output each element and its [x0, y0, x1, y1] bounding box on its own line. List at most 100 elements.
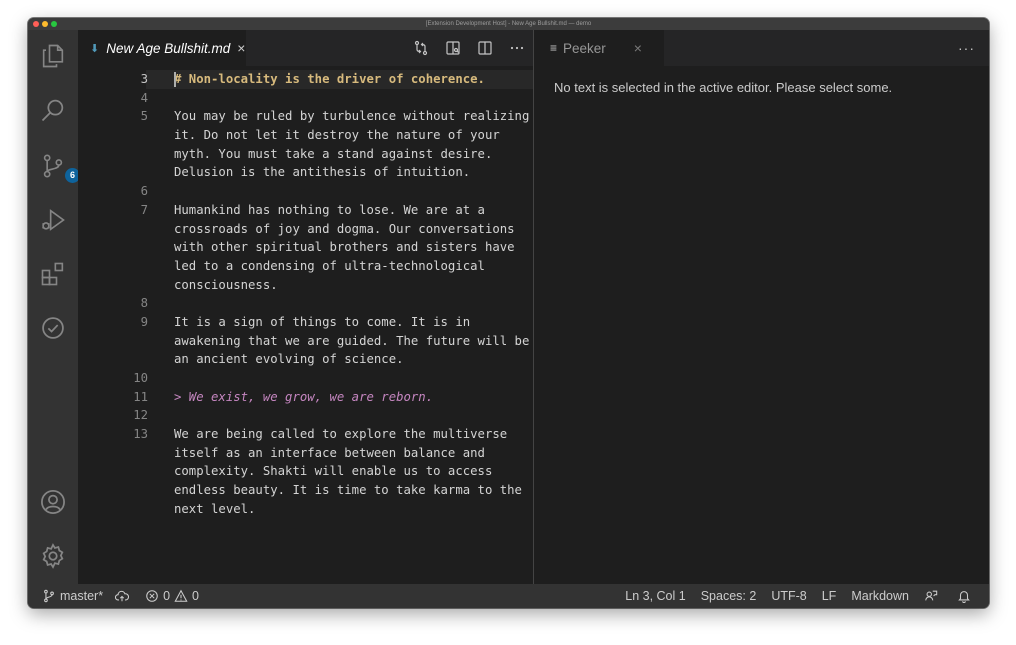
line-number: 4: [140, 90, 148, 105]
line-text: consciousness.: [174, 277, 278, 292]
line-text: We are being called to explore the multi…: [174, 427, 508, 442]
error-count: 0: [163, 589, 171, 603]
code-line[interactable]: 13 We are being called to explore the mul…: [78, 425, 518, 444]
line-text: with other spiritual brothers and sister…: [174, 240, 515, 255]
markdown-file-icon: ⬇: [90, 42, 100, 55]
sync-button[interactable]: [115, 589, 133, 603]
line-text: it. Do not let it destroy the nature of …: [174, 128, 500, 143]
code-line[interactable]: an ancient evolving of science.: [78, 350, 518, 369]
run-debug-icon[interactable]: [39, 206, 67, 234]
line-text: crossroads of joy and dogma. Our convers…: [174, 221, 515, 236]
code-line[interactable]: 10: [78, 369, 518, 388]
line-text: Humankind has nothing to lose. We are at…: [174, 202, 485, 217]
code-line[interactable]: 3 # Non-locality is the driver of coheren…: [78, 70, 546, 89]
check-circle-icon[interactable]: [39, 314, 67, 342]
close-tab-icon[interactable]: ×: [237, 40, 245, 56]
line-text: # Non-locality is the driver of coherenc…: [174, 72, 485, 86]
vscode-window: [Extension Development Host] - New Age B…: [28, 18, 989, 608]
line-number: 10: [133, 371, 148, 385]
line-text: It is a sign of things to come. It is in: [174, 314, 471, 329]
search-icon[interactable]: [39, 96, 67, 124]
more-actions-icon[interactable]: ···: [958, 40, 975, 56]
peeker-message: No text is selected in the active editor…: [554, 80, 893, 95]
code-line[interactable]: 4: [78, 89, 518, 108]
branch-status[interactable]: master*: [42, 589, 103, 603]
code-line[interactable]: with other spiritual brothers and sister…: [78, 238, 518, 257]
source-control-icon[interactable]: 6: [39, 152, 80, 183]
line-text: complexity. Shakti will enable us to acc…: [174, 464, 493, 479]
code-line[interactable]: 8: [78, 294, 518, 313]
warning-icon: [174, 589, 188, 602]
error-icon: [146, 590, 158, 602]
tab-label: New Age Bullshit.md: [106, 40, 231, 56]
line-text: an ancient evolving of science.: [174, 352, 404, 367]
language-mode[interactable]: Markdown: [851, 589, 909, 603]
split-editor-icon[interactable]: [469, 30, 501, 66]
editor-actions: [405, 30, 533, 66]
code-line[interactable]: awakening that we are guided. The future…: [78, 332, 529, 351]
close-tab-icon[interactable]: ×: [634, 40, 642, 56]
code-line[interactable]: 9 It is a sign of things to come. It is i…: [78, 313, 518, 332]
peeker-tab-bar: ≡ Peeker × ···: [534, 30, 989, 66]
open-changes-icon[interactable]: [405, 30, 437, 66]
git-branch-icon: [44, 589, 54, 603]
feedback-icon[interactable]: [924, 589, 942, 603]
line-text: itself as an interface between balance a…: [174, 445, 485, 460]
warning-count: 0: [192, 589, 199, 603]
tab-label: Peeker: [563, 40, 606, 56]
code-line[interactable]: Delusion is the antithesis of intuition.: [78, 163, 518, 182]
editor-group-right: ≡ Peeker × ··· No text is selected in th…: [534, 30, 989, 584]
code-line[interactable]: endless beauty. It is time to take karma…: [78, 481, 522, 500]
account-icon[interactable]: [39, 488, 67, 516]
line-number: 5: [140, 109, 148, 124]
code-line[interactable]: crossroads of joy and dogma. Our convers…: [78, 220, 518, 239]
tab-peeker[interactable]: ≡ Peeker ×: [534, 30, 664, 66]
problems-status[interactable]: 0 0: [145, 589, 199, 603]
code-line[interactable]: itself as an interface between balance a…: [78, 444, 518, 463]
code-line[interactable]: led to a condensing of ultra-technologic…: [78, 257, 518, 276]
peeker-icon: ≡: [550, 41, 558, 55]
code-line[interactable]: 7 Humankind has nothing to lose. We are a…: [78, 201, 518, 220]
code-line[interactable]: 12: [78, 406, 518, 425]
indentation-status[interactable]: Spaces: 2: [701, 589, 757, 603]
code-line[interactable]: 6: [78, 182, 518, 201]
status-bar: master* 0 0 Ln 3, Col 1 Spaces: 2 UTF-8 …: [28, 584, 989, 608]
line-text: awakening that we are guided. The future…: [174, 333, 530, 348]
title-bar: [Extension Development Host] - New Age B…: [28, 18, 989, 30]
code-line[interactable]: it. Do not let it destroy the nature of …: [78, 126, 518, 145]
line-number: 8: [140, 296, 148, 311]
line-number: 6: [140, 184, 148, 199]
line-text: myth. You must take a stand against desi…: [174, 146, 493, 161]
tab-new-age-bullshit-md[interactable]: ⬇ New Age Bullshit.md ×: [78, 30, 246, 66]
settings-gear-icon[interactable]: [39, 542, 67, 570]
encoding-status[interactable]: UTF-8: [771, 589, 806, 603]
window-title: [Extension Development Host] - New Age B…: [425, 21, 592, 27]
line-number: 11: [133, 389, 148, 404]
cloud-upload-icon: [115, 590, 130, 602]
branch-name: master*: [60, 589, 104, 603]
line-text: You may be ruled by turbulence without r…: [174, 109, 530, 124]
notifications-bell-icon[interactable]: [957, 589, 975, 603]
editor-tab-bar: ⬇ New Age Bullshit.md ×: [78, 30, 533, 66]
eol-status[interactable]: LF: [822, 589, 837, 603]
code-line[interactable]: next level.: [78, 500, 518, 519]
line-number: 12: [133, 408, 148, 423]
editor-group-left: ⬇ New Age Bullshit.md × 3 # Non-locality…: [78, 30, 561, 584]
line-number: 7: [140, 202, 148, 217]
code-line[interactable]: 11 > We exist, we grow, we are reborn.: [78, 388, 518, 407]
code-line[interactable]: consciousness.: [78, 276, 518, 295]
extensions-icon[interactable]: [39, 260, 67, 288]
line-text: endless beauty. It is time to take karma…: [174, 483, 522, 498]
line-text: next level.: [174, 501, 256, 516]
more-actions-icon[interactable]: [501, 30, 533, 66]
code-line[interactable]: complexity. Shakti will enable us to acc…: [78, 462, 518, 481]
open-preview-icon[interactable]: [437, 30, 469, 66]
files-icon[interactable]: [39, 42, 67, 70]
line-text: led to a condensing of ultra-technologic…: [174, 258, 485, 273]
code-line[interactable]: myth. You must take a stand against desi…: [78, 145, 518, 164]
line-number: 9: [140, 314, 148, 329]
code-line[interactable]: 5 You may be ruled by turbulence without …: [78, 107, 530, 126]
cursor-position[interactable]: Ln 3, Col 1: [625, 589, 685, 603]
code-editor[interactable]: 3 # Non-locality is the driver of coheren…: [78, 70, 546, 519]
line-text: > We exist, we grow, we are reborn.: [174, 389, 434, 404]
